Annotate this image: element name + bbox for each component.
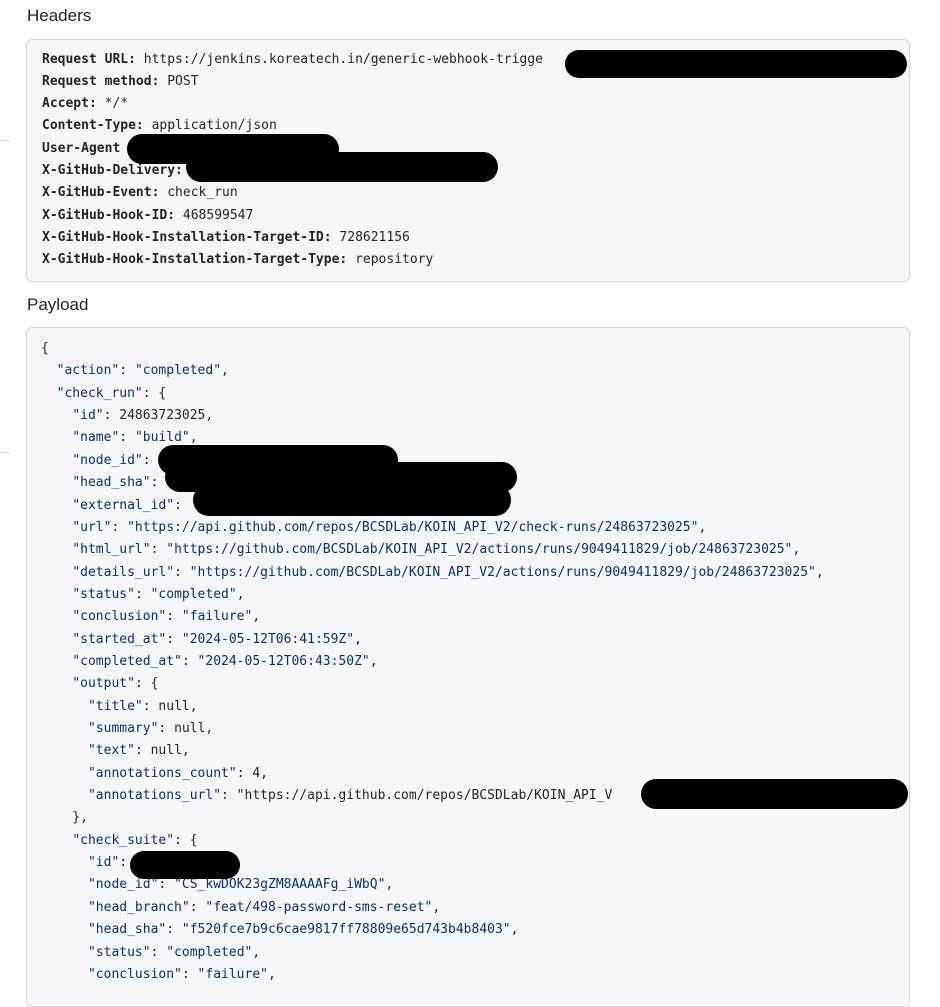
payload-line: "output": {: [72, 676, 159, 692]
payload-line: "conclusion": "failure",: [87, 966, 276, 982]
header-line-content-type: Content-Type: application/json: [42, 118, 277, 133]
header-line-request-method: Request method: POST: [42, 74, 199, 89]
payload-line: "node_id":: [72, 452, 151, 468]
payload-line: "details_url": "https://github.com/BCSDL…: [72, 564, 824, 580]
payload-line: "check_suite": {: [72, 832, 198, 848]
payload-line: "action": "completed",: [56, 363, 229, 379]
redaction-mark: [565, 50, 907, 78]
payload-line: "status": "completed",: [87, 944, 261, 960]
redaction-mark: [130, 851, 240, 879]
payload-line: "text": null,: [87, 743, 190, 759]
payload-line: "title": null,: [87, 698, 198, 714]
gutter-mark: [0, 452, 10, 453]
payload-line: },: [41, 810, 88, 826]
payload-line: {: [41, 341, 49, 356]
header-line-target-type: X-GitHub-Hook-Installation-Target-Type: …: [42, 252, 434, 267]
payload-line: "name": "build",: [72, 430, 198, 446]
payload-line: "url": "https://api.github.com/repos/BCS…: [72, 519, 707, 535]
payload-panel: { "action": "completed", "check_run": { …: [26, 327, 910, 1007]
payload-line: "head_branch": "feat/498-password-sms-re…: [87, 899, 441, 915]
payload-line: "annotations_url": "https://api.github.c…: [87, 788, 613, 803]
payload-line: "completed_at": "2024-05-12T06:43:50Z",: [72, 653, 378, 669]
payload-line: "head_sha":: [72, 475, 159, 491]
header-line-user-agent: User-Agent: [42, 141, 121, 156]
payload-line: "conclusion": "failure",: [72, 609, 261, 625]
payload-line: "node_id": "CS_kwDOK23gZM8AAAAFg_iWbQ",: [87, 877, 394, 893]
redaction-mark: [186, 152, 498, 182]
payload-line: "check_run": {: [56, 385, 167, 401]
payload-line: "annotations_count": 4,: [87, 765, 268, 781]
redaction-mark: [193, 484, 511, 516]
headers-title: Headers: [27, 6, 92, 25]
payload-line: "html_url": "https://github.com/BCSDLab/…: [72, 542, 801, 558]
payload-line: "external_id":: [72, 497, 182, 513]
gutter-mark: [0, 140, 10, 141]
header-line-github-event: X-GitHub-Event: check_run: [42, 185, 238, 200]
header-line-github-delivery: X-GitHub-Delivery:: [42, 163, 183, 178]
header-line-accept: Accept: */*: [42, 96, 129, 111]
redaction-mark: [641, 779, 908, 809]
payload-line: "id": 24863723025,: [72, 408, 214, 424]
payload-line: "summary": null,: [87, 721, 214, 736]
header-line-request-url: Request URL: https://jenkins.koreatech.i…: [42, 52, 543, 67]
payload-line: "started_at": "2024-05-12T06:41:59Z",: [72, 631, 362, 647]
payload-line: "status": "completed",: [72, 586, 245, 602]
header-line-target-id: X-GitHub-Hook-Installation-Target-ID: 72…: [42, 230, 410, 245]
payload-line: "id":: [87, 855, 128, 871]
payload-line: "head_sha": "f520fce7b9c6cae9817ff78809e…: [87, 922, 519, 938]
payload-title: Payload: [27, 295, 89, 314]
header-line-hook-id: X-GitHub-Hook-ID: 468599547: [42, 208, 254, 223]
